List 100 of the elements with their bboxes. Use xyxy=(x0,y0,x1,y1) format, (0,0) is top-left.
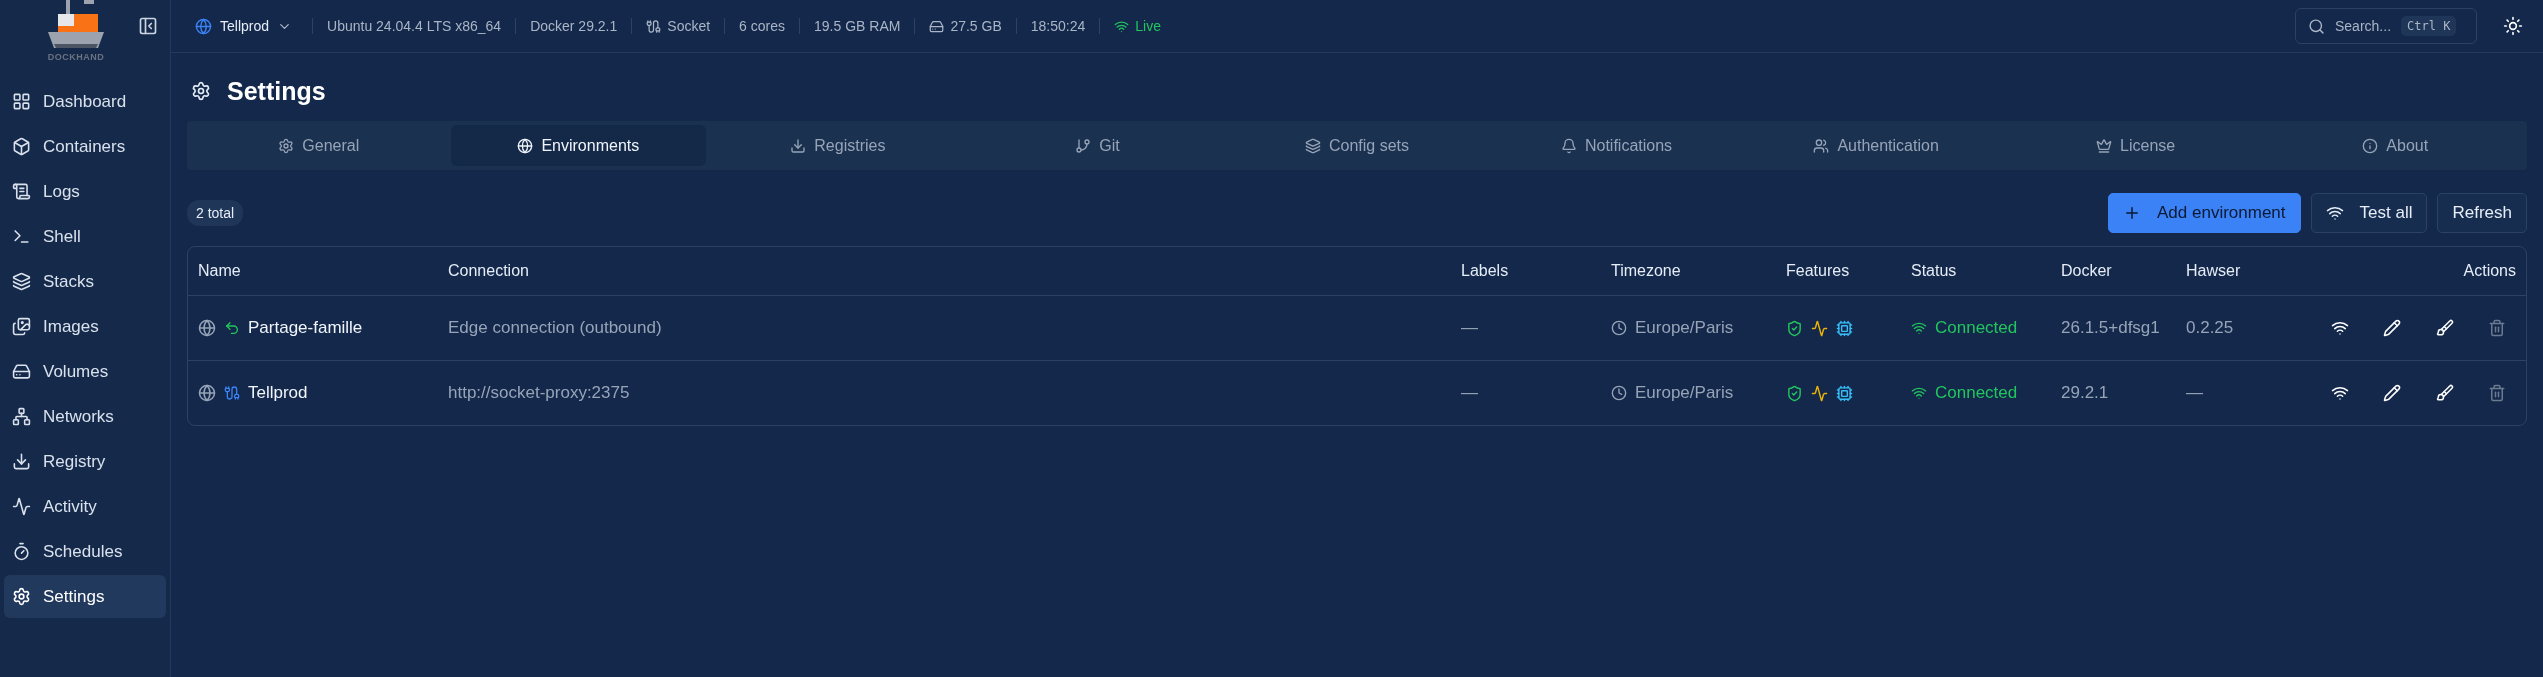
settings-tab[interactable]: About xyxy=(2267,125,2523,166)
plus-icon xyxy=(2123,204,2141,222)
globe-icon xyxy=(195,17,212,35)
system-info: Docker 29.2.1 xyxy=(530,18,618,34)
column-header: Actions xyxy=(2462,262,2516,280)
connection-cell-text: http://socket-proxy:2375 xyxy=(448,383,631,403)
sidebar-item[interactable]: Images xyxy=(4,305,166,348)
status-text: Connected xyxy=(1935,383,2018,403)
wifi-icon xyxy=(1911,385,1927,401)
total-count: 2 total xyxy=(187,200,244,226)
users-icon xyxy=(1813,137,1830,154)
settings-tab[interactable]: General xyxy=(191,125,447,166)
sidebar-item[interactable]: Registry xyxy=(4,440,166,483)
edit-icon[interactable] xyxy=(2383,319,2402,337)
chip-icon xyxy=(1836,319,1853,337)
edge-arrow-icon xyxy=(224,320,240,336)
sidebar-item[interactable]: Shell xyxy=(4,215,166,258)
pulse-icon xyxy=(1811,384,1828,402)
layers-icon xyxy=(1304,137,1321,154)
grid-icon xyxy=(12,92,31,111)
sidebar-item[interactable]: Stacks xyxy=(4,260,166,303)
globe-icon xyxy=(517,137,534,154)
globe-icon xyxy=(198,319,216,337)
keyboard-shortcut: Ctrl K xyxy=(2401,16,2457,36)
sidebar-item[interactable]: Dashboard xyxy=(4,80,166,123)
scroll-icon xyxy=(12,182,31,201)
delete-icon[interactable] xyxy=(2488,384,2506,402)
download-icon xyxy=(790,137,807,154)
labels-cell-text: — xyxy=(1461,318,1479,338)
git-branch-icon xyxy=(1075,137,1092,154)
sidebar-item[interactable]: Volumes xyxy=(4,350,166,393)
column-header: Hawser xyxy=(2186,262,2242,280)
sidebar-item[interactable]: Schedules xyxy=(4,530,166,573)
chip-icon xyxy=(1836,384,1853,402)
column-header: Connection xyxy=(448,262,530,280)
cube-icon xyxy=(12,137,31,156)
system-info: Socket xyxy=(667,18,711,34)
globe-icon xyxy=(198,384,216,402)
settings-tab[interactable]: Config sets xyxy=(1229,125,1485,166)
environment-name: Partage-famille xyxy=(248,318,363,338)
column-header: Status xyxy=(1911,262,1958,280)
edit-icon[interactable] xyxy=(2383,384,2402,402)
clock-icon xyxy=(1611,320,1627,336)
drive-icon xyxy=(12,362,31,381)
timezone-cell: Europe/Paris xyxy=(1635,383,1734,403)
pulse-icon xyxy=(1811,319,1828,337)
column-header: Name xyxy=(198,262,242,280)
settings-tab[interactable]: Git xyxy=(969,125,1226,166)
refresh-button[interactable]: Refresh xyxy=(2437,193,2527,233)
labels-cell-text: — xyxy=(1461,383,1479,403)
sidebar-item[interactable]: Settings xyxy=(4,575,166,618)
hawser-version-cell-text: 0.2.25 xyxy=(2186,318,2235,338)
wifi-icon xyxy=(1911,320,1927,336)
settings-tab[interactable]: Environments xyxy=(450,125,707,166)
wifi-icon[interactable] xyxy=(2331,384,2349,402)
environment-selector[interactable]: Tellprod xyxy=(189,17,299,35)
clock-icon xyxy=(1611,385,1627,401)
gear-icon xyxy=(278,137,295,154)
system-info: 19.5 GB RAM xyxy=(814,18,901,34)
socket-icon xyxy=(646,18,662,34)
system-info: 27.5 GB xyxy=(950,18,1002,34)
settings-icon xyxy=(191,81,211,101)
column-header: Timezone xyxy=(1611,262,1682,280)
settings-tab[interactable]: Notifications xyxy=(1488,125,1745,166)
add-environment-button[interactable]: Add environment xyxy=(2108,193,2301,233)
search-icon xyxy=(2308,17,2325,35)
status-text: Connected xyxy=(1935,318,2018,338)
brush-icon[interactable] xyxy=(2435,384,2454,402)
collapse-sidebar-icon[interactable] xyxy=(138,16,158,36)
timer-icon xyxy=(12,542,31,561)
search-placeholder: Search... xyxy=(2335,18,2392,34)
shield-icon xyxy=(1786,319,1803,337)
page-title: Settings xyxy=(227,76,326,106)
connection-cell-text: Edge connection (outbound) xyxy=(448,318,663,338)
socket-icon xyxy=(224,385,240,401)
test-all-button[interactable]: Test all xyxy=(2310,193,2428,233)
shield-icon xyxy=(1786,384,1803,402)
sidebar-item[interactable]: Containers xyxy=(4,125,166,168)
column-header: Docker xyxy=(2061,262,2113,280)
environment-name: Tellprod xyxy=(248,383,308,403)
settings-tab[interactable]: License xyxy=(2007,125,2264,166)
wifi-icon[interactable] xyxy=(2331,319,2349,337)
delete-icon[interactable] xyxy=(2488,319,2506,337)
settings-tab[interactable]: Authentication xyxy=(1748,125,2004,166)
brand-name: DOCKHAND xyxy=(47,52,105,62)
terminal-icon xyxy=(12,227,31,246)
search-field[interactable]: Search... Ctrl K xyxy=(2295,8,2477,44)
column-header: Features xyxy=(1786,262,1851,280)
sidebar-item[interactable]: Logs xyxy=(4,170,166,213)
hawser-version-cell-text: — xyxy=(2186,383,2204,403)
brush-icon[interactable] xyxy=(2435,319,2454,337)
docker-version-cell-text: 29.2.1 xyxy=(2061,383,2110,403)
settings-tab[interactable]: Registries xyxy=(710,125,966,166)
layers-icon xyxy=(12,272,31,291)
sun-icon[interactable] xyxy=(2503,16,2523,36)
download-icon xyxy=(12,452,31,471)
network-icon xyxy=(12,407,31,426)
sidebar-item[interactable]: Activity xyxy=(4,485,166,528)
sidebar-item[interactable]: Networks xyxy=(4,395,166,438)
column-header: Labels xyxy=(1461,262,1510,280)
